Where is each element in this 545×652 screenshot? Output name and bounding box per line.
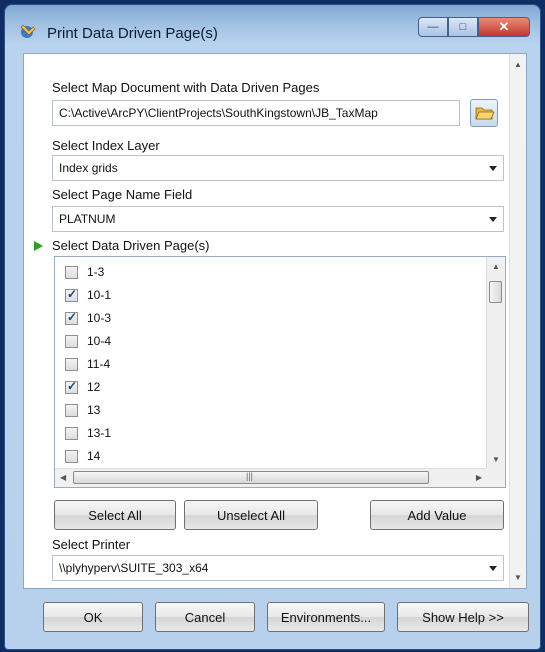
map-document-input[interactable]: C:\Active\ArcPY\ClientProjects\SouthKing… (52, 100, 460, 126)
printer-label: Select Printer (52, 537, 131, 552)
list-item[interactable]: 10-4 (65, 330, 111, 352)
list-item[interactable]: 10-1 (65, 284, 111, 306)
page-name-field-label: Select Page Name Field (52, 187, 193, 202)
cancel-button[interactable]: Cancel (155, 602, 255, 632)
ok-button[interactable]: OK (43, 602, 143, 632)
show-help-button[interactable]: Show Help >> (397, 602, 529, 632)
environments-button[interactable]: Environments... (267, 602, 385, 632)
pages-listbox[interactable]: 1-3 10-1 10-3 10-4 11-4 12 13 13-1 14 ▲ ▼ ◀ ||| … (54, 256, 506, 488)
printer-select[interactable]: \\plyhyperv\SUITE_303_x64 (52, 555, 504, 581)
page-checkbox[interactable] (65, 426, 78, 440)
list-item[interactable]: 14 (65, 445, 100, 467)
list-horizontal-scrollbar[interactable]: ◀ ||| ▶ (55, 468, 487, 487)
minimize-icon[interactable]: — (418, 17, 448, 37)
title-bar[interactable]: Print Data Driven Page(s) — □ ✕ (5, 5, 540, 51)
pages-label: Select Data Driven Page(s) (52, 238, 210, 253)
page-item-label: 11-4 (87, 357, 111, 371)
page-checkbox[interactable] (65, 334, 78, 348)
scroll-up-arrow-icon[interactable]: ▲ (514, 60, 522, 69)
list-item[interactable]: 11-4 (65, 353, 110, 375)
list-item[interactable]: 13 (65, 399, 100, 421)
list-vertical-scrollbar[interactable]: ▲ ▼ (486, 257, 505, 469)
page-item-label: 10-4 (87, 334, 112, 348)
browse-folder-button[interactable] (470, 99, 498, 127)
scroll-right-arrow-icon[interactable]: ▶ (476, 473, 482, 482)
panel-scrollbar[interactable]: ▲ ▼ (509, 54, 526, 588)
page-checkbox[interactable] (65, 265, 78, 279)
page-item-label: 14 (87, 449, 101, 463)
arcgis-tool-icon (20, 24, 36, 38)
page-item-label: 13-1 (87, 426, 112, 440)
list-item[interactable]: 1-3 (65, 261, 104, 283)
chevron-down-icon (489, 566, 497, 571)
select-all-button[interactable]: Select All (54, 500, 176, 530)
maximize-icon[interactable]: □ (448, 17, 478, 37)
open-folder-icon (475, 107, 495, 120)
list-item[interactable]: 12 (65, 376, 100, 398)
page-name-field-select[interactable]: PLATNUM (52, 206, 504, 232)
page-checkbox[interactable] (65, 357, 78, 371)
page-checkbox[interactable] (65, 310, 78, 325)
page-name-field-value: PLATNUM (59, 212, 116, 226)
parameters-panel: ▲ ▼ Select Map Document with Data Driven… (23, 53, 527, 589)
page-checkbox[interactable] (65, 403, 78, 417)
add-value-button[interactable]: Add Value (370, 500, 504, 530)
scroll-corner (487, 469, 505, 487)
grip-icon: ||| (246, 471, 254, 481)
close-icon[interactable]: ✕ (478, 17, 530, 37)
scroll-left-arrow-icon[interactable]: ◀ (60, 473, 66, 482)
page-item-label: 1-3 (87, 265, 105, 279)
page-checkbox[interactable] (65, 449, 78, 463)
horizontal-scroll-thumb[interactable]: ||| (73, 471, 429, 484)
printer-value: \\plyhyperv\SUITE_303_x64 (59, 561, 209, 575)
window-title: Print Data Driven Page(s) (47, 25, 218, 42)
page-checkbox[interactable] (65, 379, 78, 394)
page-checkbox[interactable] (65, 287, 78, 302)
list-item[interactable]: 13-1 (65, 422, 111, 444)
chevron-down-icon (489, 166, 497, 171)
page-item-label: 12 (87, 380, 101, 394)
map-document-label: Select Map Document with Data Driven Pag… (52, 80, 320, 95)
vertical-scroll-thumb[interactable] (489, 281, 502, 303)
index-layer-label: Select Index Layer (52, 138, 160, 153)
page-item-label: 10-3 (87, 311, 112, 325)
list-item[interactable]: 10-3 (65, 307, 111, 329)
scroll-down-arrow-icon[interactable]: ▼ (514, 573, 522, 582)
index-layer-select[interactable]: Index grids (52, 155, 504, 181)
index-layer-value: Index grids (59, 161, 118, 175)
chevron-down-icon (489, 217, 497, 222)
page-item-label: 13 (87, 403, 101, 417)
scroll-up-arrow-icon[interactable]: ▲ (492, 262, 500, 271)
pages-list: 1-3 10-1 10-3 10-4 11-4 12 13 13-1 14 (55, 257, 487, 469)
unselect-all-button[interactable]: Unselect All (184, 500, 318, 530)
page-item-label: 10-1 (87, 288, 112, 302)
required-indicator-icon (34, 241, 43, 251)
scroll-down-arrow-icon[interactable]: ▼ (492, 455, 500, 464)
dialog-window: Print Data Driven Page(s) — □ ✕ ▲ ▼ Sele… (4, 4, 541, 650)
